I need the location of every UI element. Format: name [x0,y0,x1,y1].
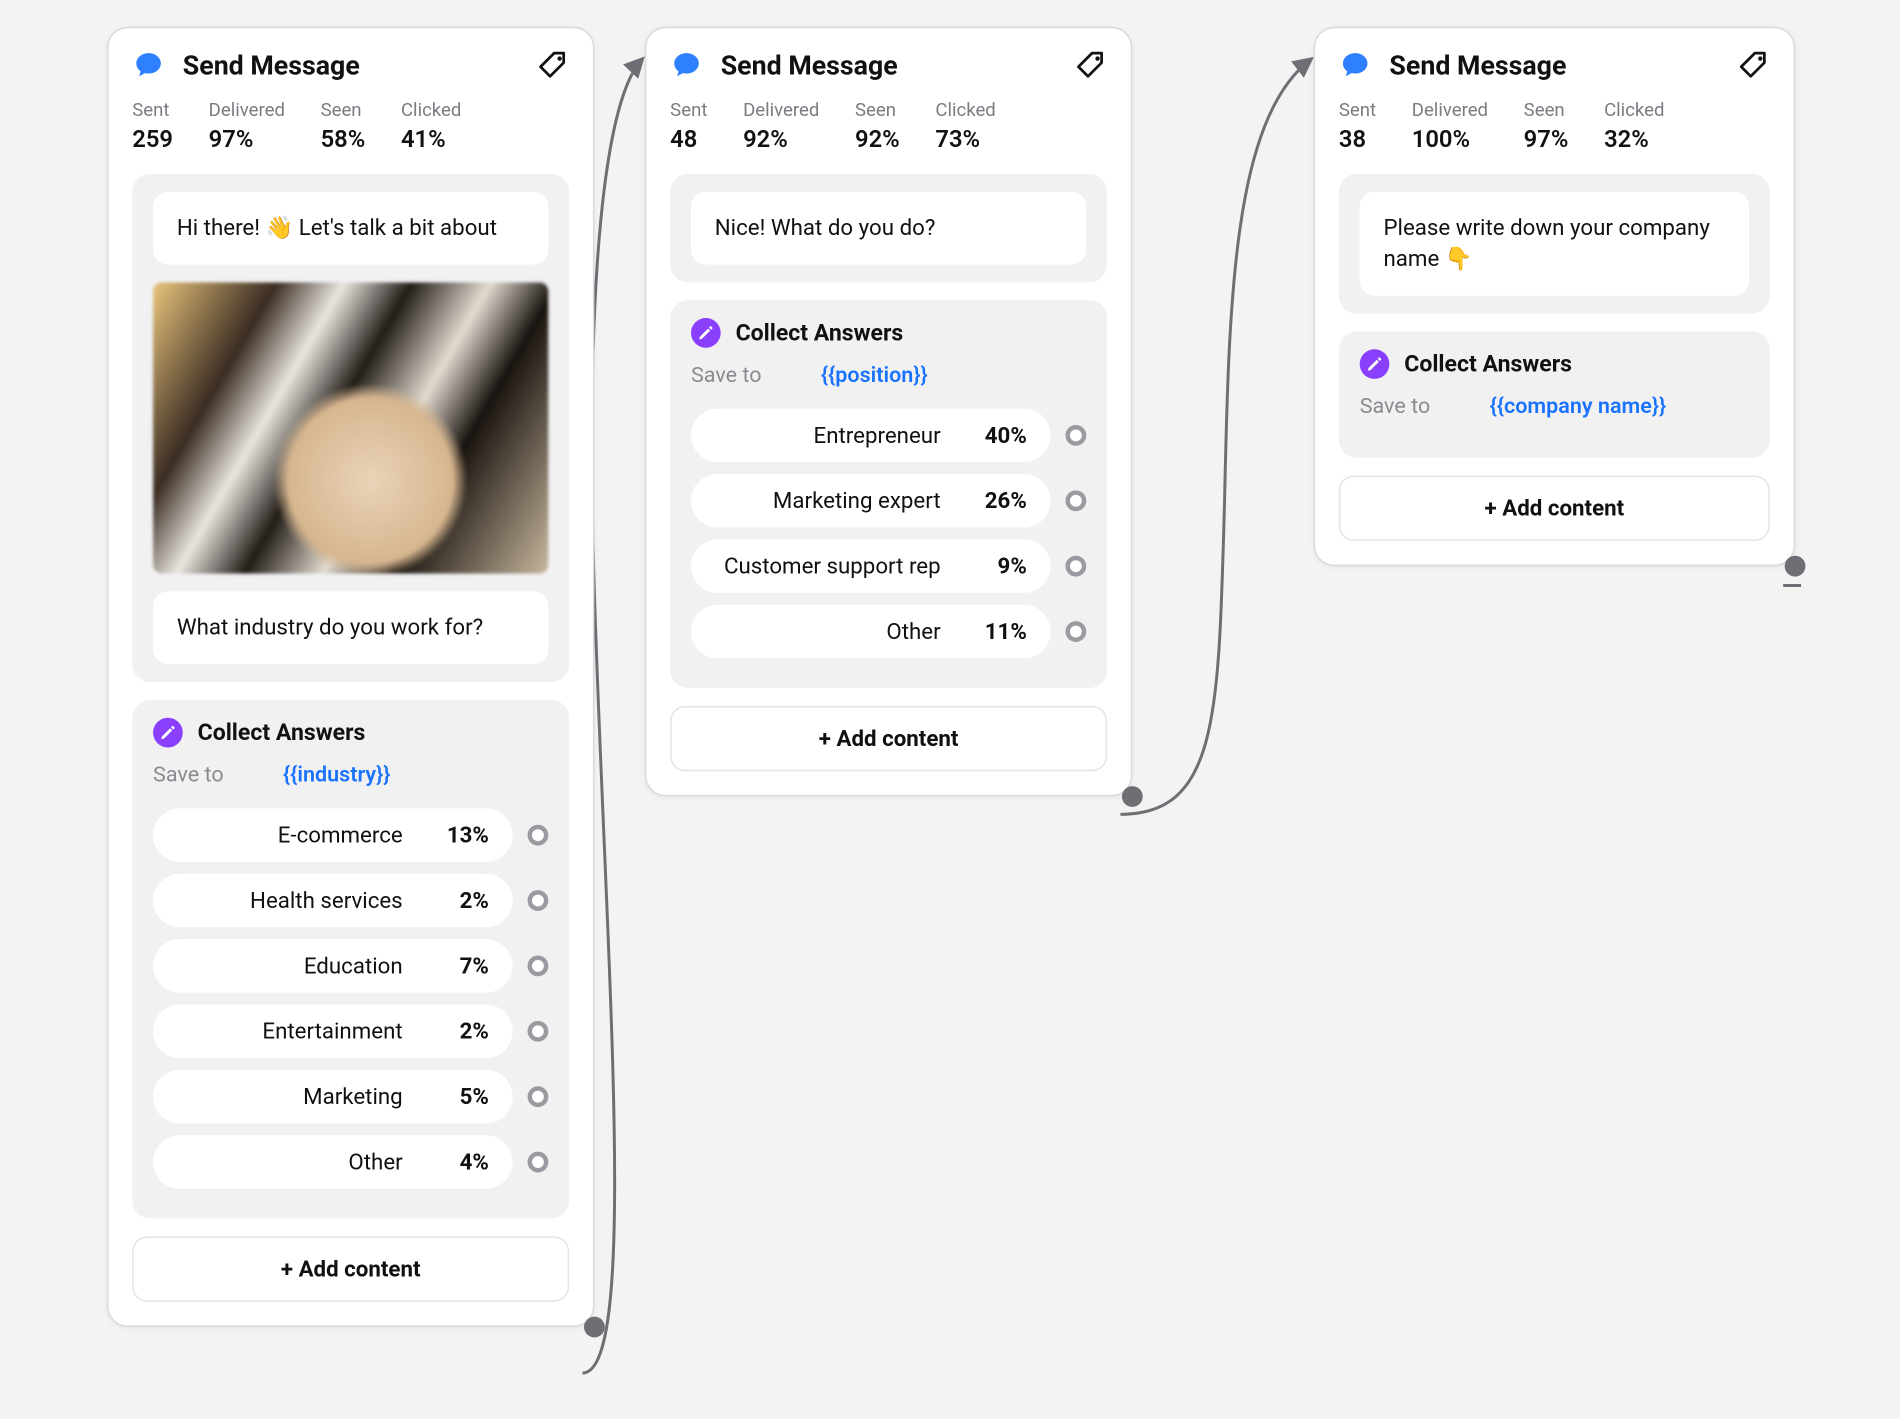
save-to-variable[interactable]: {{position}} [821,363,928,388]
connection-handle[interactable] [528,1021,549,1042]
stats-row: Sent259 Delivered97% Seen58% Clicked41% [132,100,569,153]
save-to-label: Save to [691,363,762,388]
answer-row[interactable]: E-commerce13% [153,808,548,861]
message-bubble[interactable]: Nice! What do you do? [691,192,1086,265]
collect-answers-block[interactable]: Collect Answers Save to {{position}} Ent… [670,300,1107,688]
message-bubble[interactable]: Please write down your company name 👇 [1360,192,1749,296]
save-to-label: Save to [153,762,224,787]
connection-handle[interactable] [528,825,549,846]
card-title: Send Message [183,50,519,81]
message-block[interactable]: Hi there! 👋 Let's talk a bit about What … [132,174,569,682]
collect-answers-block[interactable]: Collect Answers Save to {{industry}} E-c… [132,700,569,1219]
answer-row[interactable]: Other4% [153,1135,548,1188]
answer-row[interactable]: Other11% [691,605,1086,658]
answer-row[interactable]: Education7% [153,939,548,992]
tag-icon[interactable] [536,49,569,82]
pencil-circle-icon [153,718,183,748]
tag-icon[interactable] [1737,49,1770,82]
collect-answers-title: Collect Answers [736,319,904,346]
tag-icon[interactable] [1074,49,1107,82]
send-message-node[interactable]: Send Message Sent259 Delivered97% Seen58… [107,27,594,1327]
add-content-button[interactable]: + Add content [132,1236,569,1301]
answer-row[interactable]: Customer support rep9% [691,539,1086,592]
message-bubble[interactable]: Hi there! 👋 Let's talk a bit about [153,192,548,265]
collect-answers-title: Collect Answers [198,719,366,746]
chat-icon [670,49,703,82]
card-title: Send Message [1389,50,1719,81]
pencil-circle-icon [1360,349,1390,379]
message-bubble[interactable]: What industry do you work for? [153,591,548,664]
add-content-button[interactable]: + Add content [670,706,1107,771]
connection-handle[interactable] [1065,621,1086,642]
message-block[interactable]: Nice! What do you do? [670,174,1107,282]
stats-row: Sent48 Delivered92% Seen92% Clicked73% [670,100,1107,153]
save-to-label: Save to [1360,394,1431,419]
connection-handle[interactable] [528,890,549,911]
collect-answers-block[interactable]: Collect Answers Save to {{company name}} [1339,331,1770,457]
answer-row[interactable]: Entertainment2% [153,1005,548,1058]
connection-handle[interactable] [1065,425,1086,446]
send-message-node[interactable]: Send Message Sent48 Delivered92% Seen92%… [645,27,1132,797]
message-block[interactable]: Please write down your company name 👇 [1339,174,1770,314]
answer-row[interactable]: Entrepreneur40% [691,409,1086,462]
chat-icon [132,49,165,82]
node-output-handle[interactable] [1785,556,1806,577]
add-content-button[interactable]: + Add content [1339,476,1770,541]
save-to-variable[interactable]: {{industry}} [283,762,390,787]
answer-row[interactable]: Health services2% [153,874,548,927]
connection-handle[interactable] [528,1086,549,1107]
collect-answers-title: Collect Answers [1404,351,1572,378]
send-message-node[interactable]: Send Message Sent38 Delivered100% Seen97… [1314,27,1795,566]
chat-icon [1339,49,1372,82]
message-image[interactable] [153,282,548,573]
card-title: Send Message [721,50,1057,81]
answer-row[interactable]: Marketing expert26% [691,474,1086,527]
connection-handle[interactable] [1065,556,1086,577]
node-output-handle[interactable] [1122,786,1143,807]
connection-handle[interactable] [528,1152,549,1173]
connection-handle[interactable] [1065,490,1086,511]
pencil-circle-icon [691,318,721,348]
save-to-variable[interactable]: {{company name}} [1490,394,1666,419]
answer-row[interactable]: Marketing5% [153,1070,548,1123]
connection-handle[interactable] [528,955,549,976]
stats-row: Sent38 Delivered100% Seen97% Clicked32% [1339,100,1770,153]
flow-canvas[interactable]: Send Message Sent259 Delivered97% Seen58… [0,0,1899,1419]
node-output-handle[interactable] [584,1317,605,1338]
